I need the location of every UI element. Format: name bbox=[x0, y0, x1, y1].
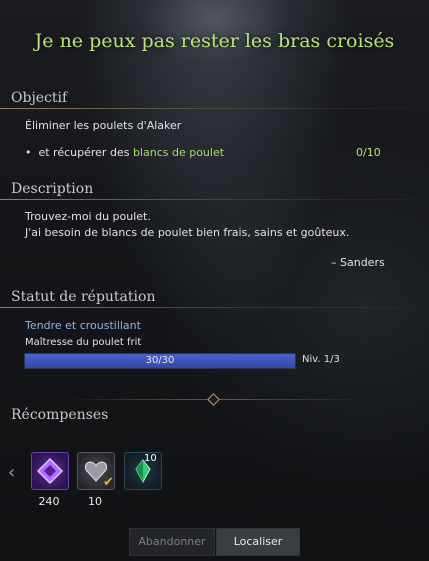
reputation-bar-label: 30/30 bbox=[145, 355, 175, 366]
objective-sub-item: blancs de poulet bbox=[132, 146, 225, 159]
reward-badge-3: 10 bbox=[144, 453, 157, 464]
objective-sub: • et récupérer des blancs de poulet bbox=[25, 146, 225, 159]
check-badge-icon: ✔ bbox=[103, 475, 114, 490]
reputation-rank: Maîtresse du poulet frit bbox=[25, 337, 142, 348]
description-divider bbox=[0, 199, 429, 200]
objective-heading: Objectif bbox=[11, 90, 68, 106]
reputation-level: Niv. 1/3 bbox=[302, 354, 340, 365]
objective-progress: 0/10 bbox=[356, 146, 381, 159]
purple-crystal-icon[interactable] bbox=[31, 452, 69, 490]
reputation-bar: 30/30 bbox=[24, 353, 296, 369]
objective-main: Éliminer les poulets d'Alaker bbox=[25, 119, 182, 132]
quest-title: Je ne peux pas rester les bras croisés bbox=[34, 30, 395, 52]
locate-button[interactable]: Localiser bbox=[216, 528, 300, 556]
objective-sub-prefix: et récupérer des bbox=[38, 146, 130, 159]
description-line2: J'ai besoin de blancs de poulet bien fra… bbox=[25, 226, 350, 239]
rewards-prev-arrow-icon[interactable]: ‹ bbox=[8, 462, 15, 483]
description-author: – Sanders bbox=[331, 256, 385, 269]
description-line1: Trouvez-moi du poulet. bbox=[25, 210, 151, 223]
rewards-heading: Récompenses bbox=[11, 407, 109, 423]
reputation-heading: Statut de réputation bbox=[11, 289, 156, 305]
description-heading: Description bbox=[11, 181, 94, 197]
reward-count-2: 10 bbox=[88, 495, 102, 508]
abandon-button[interactable]: Abandonner bbox=[129, 528, 215, 556]
reward-count-1: 240 bbox=[38, 495, 60, 508]
reputation-name: Tendre et croustillant bbox=[25, 319, 141, 332]
reputation-divider bbox=[0, 307, 429, 308]
objective-divider bbox=[0, 108, 429, 109]
